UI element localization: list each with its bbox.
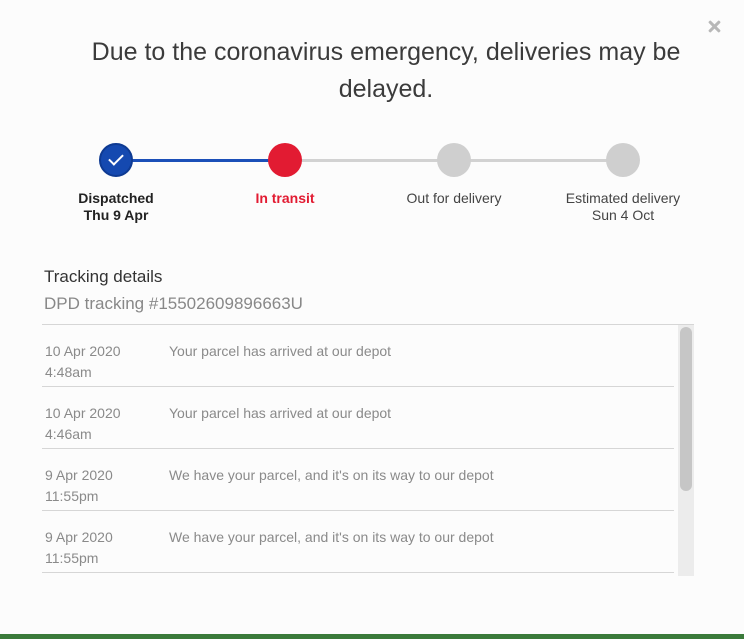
step-out-for-delivery-marker [437,143,471,177]
list-item: 10 Apr 2020 4:48am Your parcel has arriv… [42,325,674,387]
check-icon [108,150,124,166]
event-date: 9 Apr 2020 [45,529,113,545]
list-item: 9 Apr 2020 11:55pm We have your parcel, … [42,511,674,573]
event-date: 9 Apr 2020 [45,467,113,483]
step-label: Dispatched [78,190,154,206]
step-estimated-delivery-label: Estimated delivery Sun 4 Oct [538,190,708,224]
event-time: 4:46am [45,426,92,442]
scrollbar-thumb[interactable] [680,327,692,491]
list-item: 9 Apr 2020 11:55pm We have your parcel, … [42,449,674,511]
event-message: Your parcel has arrived at our depot [169,343,392,359]
tracking-number: DPD tracking #15502609896663U [44,294,303,313]
step-out-for-delivery-label: Out for delivery [369,190,539,207]
event-time: 11:55pm [45,488,99,504]
step-label: Out for delivery [406,190,502,206]
progress-track-complete [116,159,285,162]
list-item: 10 Apr 2020 4:46am Your parcel has arriv… [42,387,674,449]
step-in-transit-label: In transit [200,190,370,207]
step-date: Thu 9 Apr [83,207,149,223]
event-message: Your parcel has arrived at our depot [169,405,392,421]
step-label: Estimated delivery [565,190,681,206]
event-datetime: 10 Apr 2020 4:46am [45,403,121,445]
delivery-progress: Dispatched Thu 9 Apr In transit Out for … [0,140,744,230]
event-datetime: 10 Apr 2020 4:48am [45,341,121,383]
step-estimated-delivery-marker [606,143,640,177]
delay-notice: Due to the coronavirus emergency, delive… [91,38,681,103]
scrollbar[interactable] [678,325,694,576]
step-in-transit-marker [268,143,302,177]
event-time: 4:48am [45,364,92,380]
step-label: In transit [255,190,315,206]
event-date: 10 Apr 2020 [45,343,121,359]
tracking-event-list[interactable]: 10 Apr 2020 4:48am Your parcel has arriv… [42,324,694,576]
event-datetime: 9 Apr 2020 11:55pm [45,527,113,569]
event-message: We have your parcel, and it's on its way… [169,467,494,483]
event-date: 10 Apr 2020 [45,405,121,421]
page-bottom-bar [0,634,744,639]
event-datetime: 9 Apr 2020 11:55pm [45,465,113,507]
step-date: Sun 4 Oct [591,207,655,223]
tracking-details-heading: Tracking details [44,267,163,286]
step-dispatched-label: Dispatched Thu 9 Apr [31,190,201,224]
event-message: We have your parcel, and it's on its way… [169,529,494,545]
step-dispatched-marker [99,143,133,177]
tracking-modal: Due to the coronavirus emergency, delive… [0,0,744,634]
event-time: 11:55pm [45,550,99,566]
